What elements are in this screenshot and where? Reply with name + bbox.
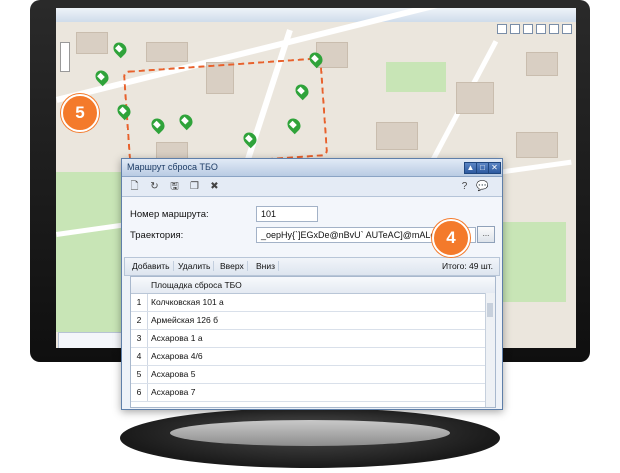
table-row[interactable]: 2 Армейская 126 б — [131, 312, 495, 330]
tool-icon[interactable] — [510, 24, 520, 34]
map-building — [76, 32, 108, 54]
tool-icon[interactable] — [562, 24, 572, 34]
table-row[interactable]: 1 Колчковская 101 а — [131, 294, 495, 312]
table-header: Площадка сброса ТБО — [131, 277, 495, 294]
save-icon[interactable]: 🖫 — [168, 180, 181, 193]
refresh-icon[interactable]: ↻ — [148, 180, 161, 193]
monitor-stand-foot — [170, 420, 450, 446]
map-zoom-control[interactable] — [60, 42, 70, 72]
trajectory-browse-button[interactable]: ... — [477, 226, 495, 243]
delete-icon[interactable]: ✖ — [208, 180, 221, 193]
route-number-input[interactable]: 101 — [256, 206, 318, 222]
tool-icon[interactable] — [497, 24, 507, 34]
copy-icon[interactable]: ❐ — [188, 180, 201, 193]
table-row[interactable]: 5 Асхарова 5 — [131, 366, 495, 384]
table-row[interactable]: 4 Асхарова 4/6 — [131, 348, 495, 366]
dialog-title-bar: Маршрут сброса ТБО ▲ □ ✕ — [122, 159, 502, 177]
map-building — [456, 82, 494, 114]
map-building — [146, 42, 188, 62]
map-park — [386, 62, 446, 92]
app-menu-bar — [56, 8, 576, 23]
dialog-close-button[interactable]: ✕ — [488, 162, 501, 174]
callout-badge-5: 5 — [61, 94, 99, 132]
route-number-label: Номер маршрута: — [130, 209, 209, 220]
dialog-toolbar: 🗋 ↻ 🖫 ❐ ✖ ? 💬 — [122, 177, 502, 197]
tool-icon[interactable] — [523, 24, 533, 34]
move-down-button[interactable]: Вниз — [253, 261, 280, 271]
map-marker-pin[interactable] — [110, 39, 130, 59]
map-building — [376, 122, 418, 150]
map-route-path — [122, 57, 329, 170]
tool-icon[interactable] — [549, 24, 559, 34]
scrollbar-thumb[interactable] — [487, 303, 493, 317]
map-building — [526, 52, 558, 76]
move-up-button[interactable]: Вверх — [217, 261, 248, 271]
add-button[interactable]: Добавить — [129, 261, 174, 271]
map-park — [56, 172, 126, 332]
sites-table: Площадка сброса ТБО 1 Колчковская 101 а 2… — [130, 276, 496, 408]
trajectory-label: Траектория: — [130, 230, 184, 241]
route-dialog: Маршрут сброса ТБО ▲ □ ✕ 🗋 ↻ 🖫 ❐ ✖ ? 💬 Н… — [121, 158, 503, 410]
map-toolbar — [497, 24, 572, 34]
table-scrollbar[interactable] — [485, 293, 495, 407]
callout-badge-4: 4 — [432, 219, 470, 257]
total-count: Итого: 49 шт. — [442, 261, 493, 271]
map-park — [496, 222, 566, 302]
help-icon[interactable]: ? — [458, 180, 471, 193]
table-row[interactable]: 6 Асхарова 7 — [131, 384, 495, 402]
table-row[interactable]: 3 Асхарова 1 а — [131, 330, 495, 348]
new-document-icon[interactable]: 🗋 — [128, 180, 141, 193]
column-header-site: Площадка сброса ТБО — [151, 280, 242, 290]
map-building — [516, 132, 558, 158]
comment-icon[interactable]: 💬 — [476, 180, 489, 193]
delete-button[interactable]: Удалить — [175, 261, 215, 271]
tool-icon[interactable] — [536, 24, 546, 34]
grid-toolbar: Добавить Удалить Вверх Вниз Итого: 49 шт… — [124, 257, 500, 276]
dialog-title: Маршрут сброса ТБО — [127, 162, 218, 172]
